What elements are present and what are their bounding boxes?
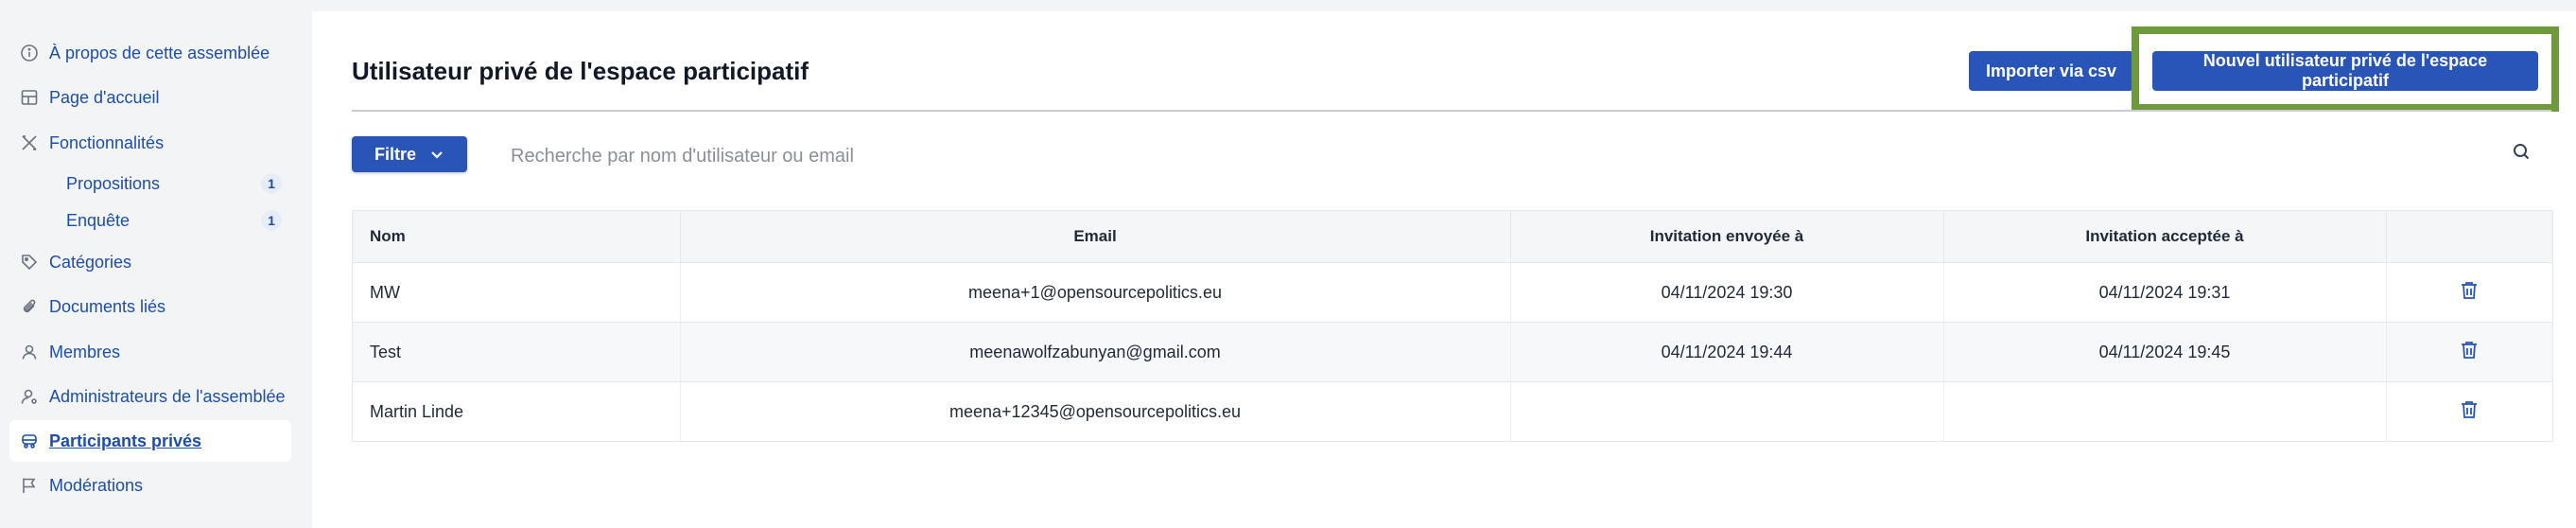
sidebar-item-label: Administrateurs de l'assemblée bbox=[49, 386, 286, 406]
import-csv-button[interactable]: Importer via csv bbox=[1969, 51, 2133, 91]
private-users-table: Nom Email Invitation envoyée à Invitatio… bbox=[352, 210, 2553, 442]
table-header-row: Nom Email Invitation envoyée à Invitatio… bbox=[353, 211, 2552, 263]
cell-actions bbox=[2386, 322, 2552, 382]
filter-button[interactable]: Filtre bbox=[352, 136, 467, 172]
user-settings-icon bbox=[19, 386, 40, 407]
sidebar-item-private-participants[interactable]: Participants privés bbox=[9, 420, 291, 462]
column-header-actions bbox=[2386, 211, 2552, 263]
sidebar-item-administrators[interactable]: Administrateurs de l'assemblée bbox=[9, 376, 291, 417]
sidebar-item-members[interactable]: Membres bbox=[9, 331, 291, 373]
sidebar-item-label: Catégories bbox=[49, 252, 132, 272]
sidebar-item-label: Fonctionnalités bbox=[49, 132, 165, 152]
chevron-down-icon bbox=[431, 151, 443, 159]
layout-icon bbox=[19, 87, 40, 108]
search-icon[interactable] bbox=[2508, 138, 2534, 165]
trash-icon[interactable] bbox=[2458, 339, 2480, 361]
cell-email: meena+1@opensourcepolitics.eu bbox=[680, 262, 1511, 323]
filter-label: Filtre bbox=[374, 144, 416, 164]
sidebar-item-categories[interactable]: Catégories bbox=[9, 241, 291, 283]
table-row: Test meenawolfzabunyan@gmail.com 04/11/2… bbox=[353, 322, 2552, 382]
sidebar-item-about[interactable]: À propos de cette assemblée bbox=[9, 32, 291, 74]
sidebar-item-label: À propos de cette assemblée bbox=[49, 43, 270, 62]
column-header-email: Email bbox=[680, 211, 1511, 263]
cell-email: meenawolfzabunyan@gmail.com bbox=[680, 322, 1511, 382]
cell-name: Martin Linde bbox=[353, 381, 681, 441]
count-badge: 1 bbox=[261, 210, 282, 231]
sidebar-item-home-page[interactable]: Page d'accueil bbox=[9, 77, 291, 118]
sidebar-item-features[interactable]: Fonctionnalités bbox=[9, 122, 291, 164]
info-icon bbox=[19, 43, 40, 63]
tag-icon bbox=[19, 252, 40, 273]
flag-icon bbox=[19, 475, 40, 496]
sidebar: À propos de cette assemblée Page d'accue… bbox=[0, 0, 312, 528]
trash-icon[interactable] bbox=[2458, 398, 2480, 421]
sidebar-item-label: Documents liés bbox=[49, 296, 166, 316]
cell-name: MW bbox=[353, 262, 681, 323]
cell-name: Test bbox=[353, 322, 681, 382]
table-row: MW meena+1@opensourcepolitics.eu 04/11/2… bbox=[353, 262, 2552, 323]
sidebar-item-label: Propositions bbox=[66, 173, 161, 193]
private-users-icon bbox=[19, 431, 40, 451]
new-private-user-button[interactable]: Nouvel utilisateur privé de l'espace par… bbox=[2152, 51, 2538, 91]
column-header-invitation-accepted: Invitation acceptée à bbox=[1943, 211, 2387, 263]
column-header-invitation-sent: Invitation envoyée à bbox=[1510, 211, 1944, 263]
sidebar-item-proposals[interactable]: Propositions 1 bbox=[66, 163, 282, 204]
cell-invitation-accepted: 04/11/2024 19:45 bbox=[1943, 322, 2387, 382]
search-input[interactable] bbox=[509, 138, 1836, 174]
cell-invitation-sent: 04/11/2024 19:30 bbox=[1510, 262, 1944, 323]
sidebar-item-label: Membres bbox=[49, 342, 121, 361]
title-divider bbox=[352, 110, 2551, 112]
count-badge: 1 bbox=[261, 173, 282, 194]
sidebar-item-linked-documents[interactable]: Documents liés bbox=[9, 286, 291, 327]
cell-actions bbox=[2386, 262, 2552, 323]
table-row: Martin Linde meena+12345@opensourcepolit… bbox=[353, 381, 2552, 441]
cell-actions bbox=[2386, 381, 2552, 441]
trash-icon[interactable] bbox=[2458, 279, 2480, 302]
user-icon bbox=[19, 342, 40, 362]
sidebar-item-label: Enquête bbox=[66, 210, 131, 230]
tools-icon bbox=[19, 132, 40, 153]
cell-invitation-sent: 04/11/2024 19:44 bbox=[1510, 322, 1944, 382]
column-header-name: Nom bbox=[353, 211, 681, 263]
page-title: Utilisateur privé de l'espace participat… bbox=[352, 57, 809, 85]
cell-invitation-sent bbox=[1510, 381, 1944, 441]
paperclip-icon bbox=[19, 296, 40, 317]
main-panel: Utilisateur privé de l'espace participat… bbox=[312, 11, 2576, 528]
sidebar-item-label: Page d'accueil bbox=[49, 87, 160, 107]
cell-email: meena+12345@opensourcepolitics.eu bbox=[680, 381, 1511, 441]
cell-invitation-accepted bbox=[1943, 381, 2387, 441]
sidebar-item-label: Modérations bbox=[49, 475, 144, 495]
sidebar-item-label: Participants privés bbox=[49, 431, 202, 450]
sidebar-item-moderations[interactable]: Modérations bbox=[9, 465, 291, 506]
sidebar-item-survey[interactable]: Enquête 1 bbox=[66, 200, 282, 241]
cell-invitation-accepted: 04/11/2024 19:31 bbox=[1943, 262, 2387, 323]
